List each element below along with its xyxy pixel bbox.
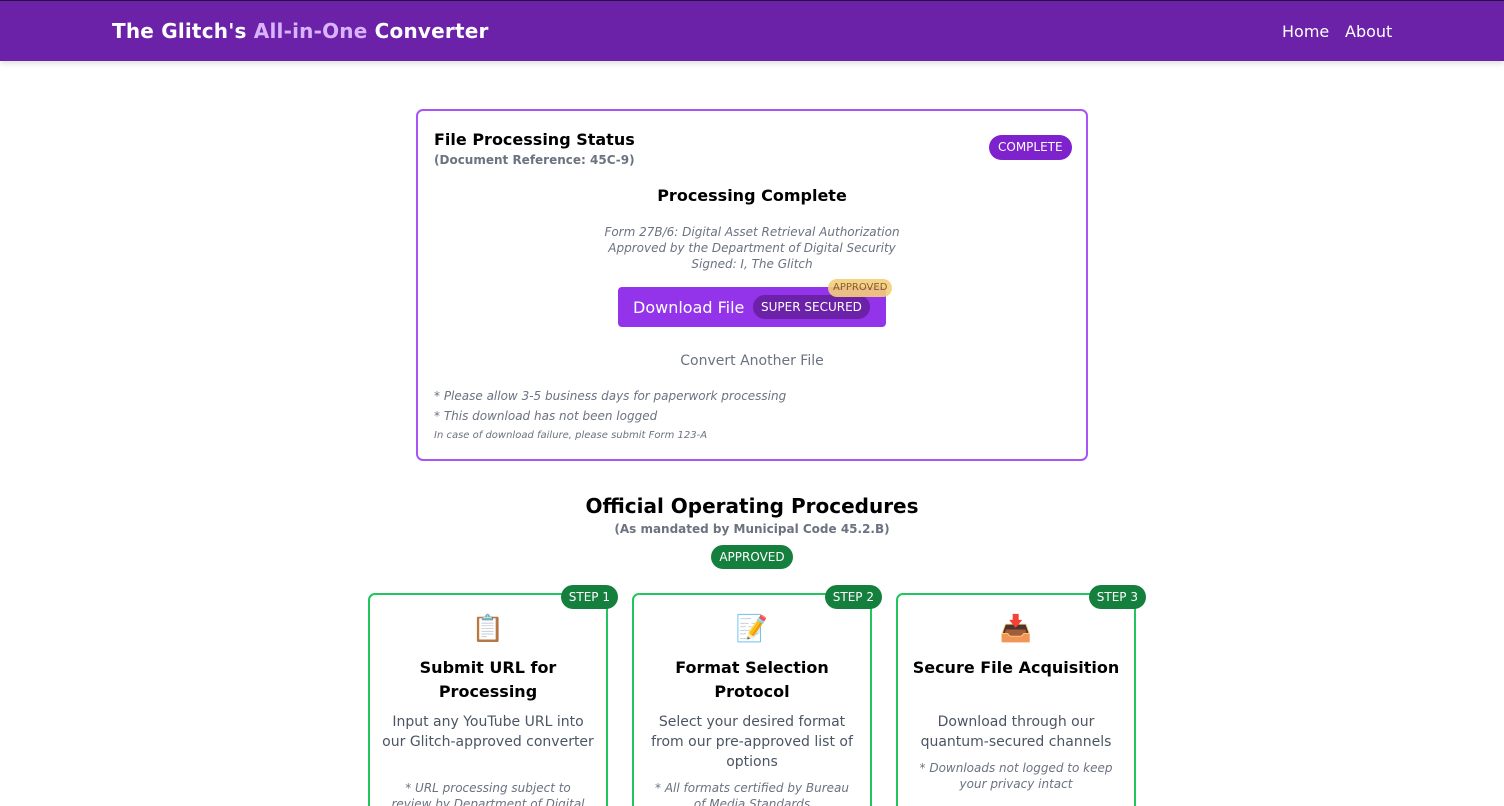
step-badge: STEP 3 — [1088, 585, 1146, 609]
procedures-title: Official Operating Procedures — [585, 494, 919, 518]
status-badge: COMPLETE — [989, 135, 1072, 160]
step-note: * Downloads not logged to keep your priv… — [919, 761, 1113, 791]
note-not-logged: * This download has not been logged — [434, 409, 658, 423]
step-card-2: STEP 2 📝 Format Selection Protocol Selec… — [632, 585, 882, 806]
step-badge: STEP 1 — [560, 585, 618, 609]
step-title: Secure File Acquisition — [912, 658, 1120, 677]
step-description: Input any YouTube URL into our Glitch-ap… — [382, 714, 594, 750]
nav-home-link[interactable]: Home — [1282, 22, 1329, 41]
step-description: Download through our quantum-secured cha… — [920, 714, 1112, 750]
note-paperwork: * Please allow 3-5 business days for pap… — [434, 389, 787, 403]
step-note: * All formats certified by Bureau of Med… — [655, 781, 849, 806]
step-title: Submit URL for Processing — [419, 658, 557, 701]
file-status-card: File Processing Status (Document Referen… — [416, 109, 1088, 461]
processing-title: Processing Complete — [657, 186, 847, 205]
brand-title[interactable]: The Glitch's All-in-One Converter — [112, 19, 489, 43]
procedures-approved-badge: APPROVED — [711, 545, 793, 569]
form-line: Approved by the Department of Digital Se… — [608, 241, 896, 255]
step-note: * URL processing subject to review by De… — [391, 781, 585, 806]
form-authorization-text: Form 27B/6: Digital Asset Retrieval Auth… — [418, 224, 1086, 272]
download-file-button[interactable]: Download File SUPER SECURED APPROVED — [618, 279, 893, 327]
brand-accent: All-in-One — [253, 19, 368, 43]
inbox-tray-icon: 📥 — [999, 614, 1033, 644]
brand-prefix: The Glitch's — [112, 19, 254, 43]
step-badge: STEP 2 — [824, 585, 882, 609]
approved-stamp: APPROVED — [828, 279, 893, 297]
nav-about-link[interactable]: About — [1345, 22, 1392, 41]
brand-suffix: Converter — [367, 19, 489, 43]
super-secured-badge: SUPER SECURED — [753, 295, 870, 319]
step-card-1: STEP 1 📋 Submit URL for Processing Input… — [368, 585, 618, 806]
procedures-subtitle: (As mandated by Municipal Code 45.2.B) — [614, 522, 890, 536]
memo-icon: 📝 — [735, 614, 769, 644]
step-title: Format Selection Protocol — [675, 658, 829, 701]
convert-another-link[interactable]: Convert Another File — [418, 353, 1086, 369]
document-reference: (Document Reference: 45C-9) — [434, 153, 635, 167]
navbar: The Glitch's All-in-One Converter Home A… — [0, 0, 1504, 61]
step-card-3: STEP 3 📥 Secure File Acquisition Downloa… — [896, 585, 1146, 806]
card-title: File Processing Status — [434, 130, 635, 149]
form-line: Signed: I, The Glitch — [691, 257, 813, 271]
download-label: Download File — [633, 298, 745, 317]
step-description: Select your desired format from our pre-… — [651, 714, 853, 770]
note-download-failure: In case of download failure, please subm… — [434, 430, 708, 441]
clipboard-icon: 📋 — [471, 614, 505, 644]
form-line: Form 27B/6: Digital Asset Retrieval Auth… — [604, 225, 900, 239]
